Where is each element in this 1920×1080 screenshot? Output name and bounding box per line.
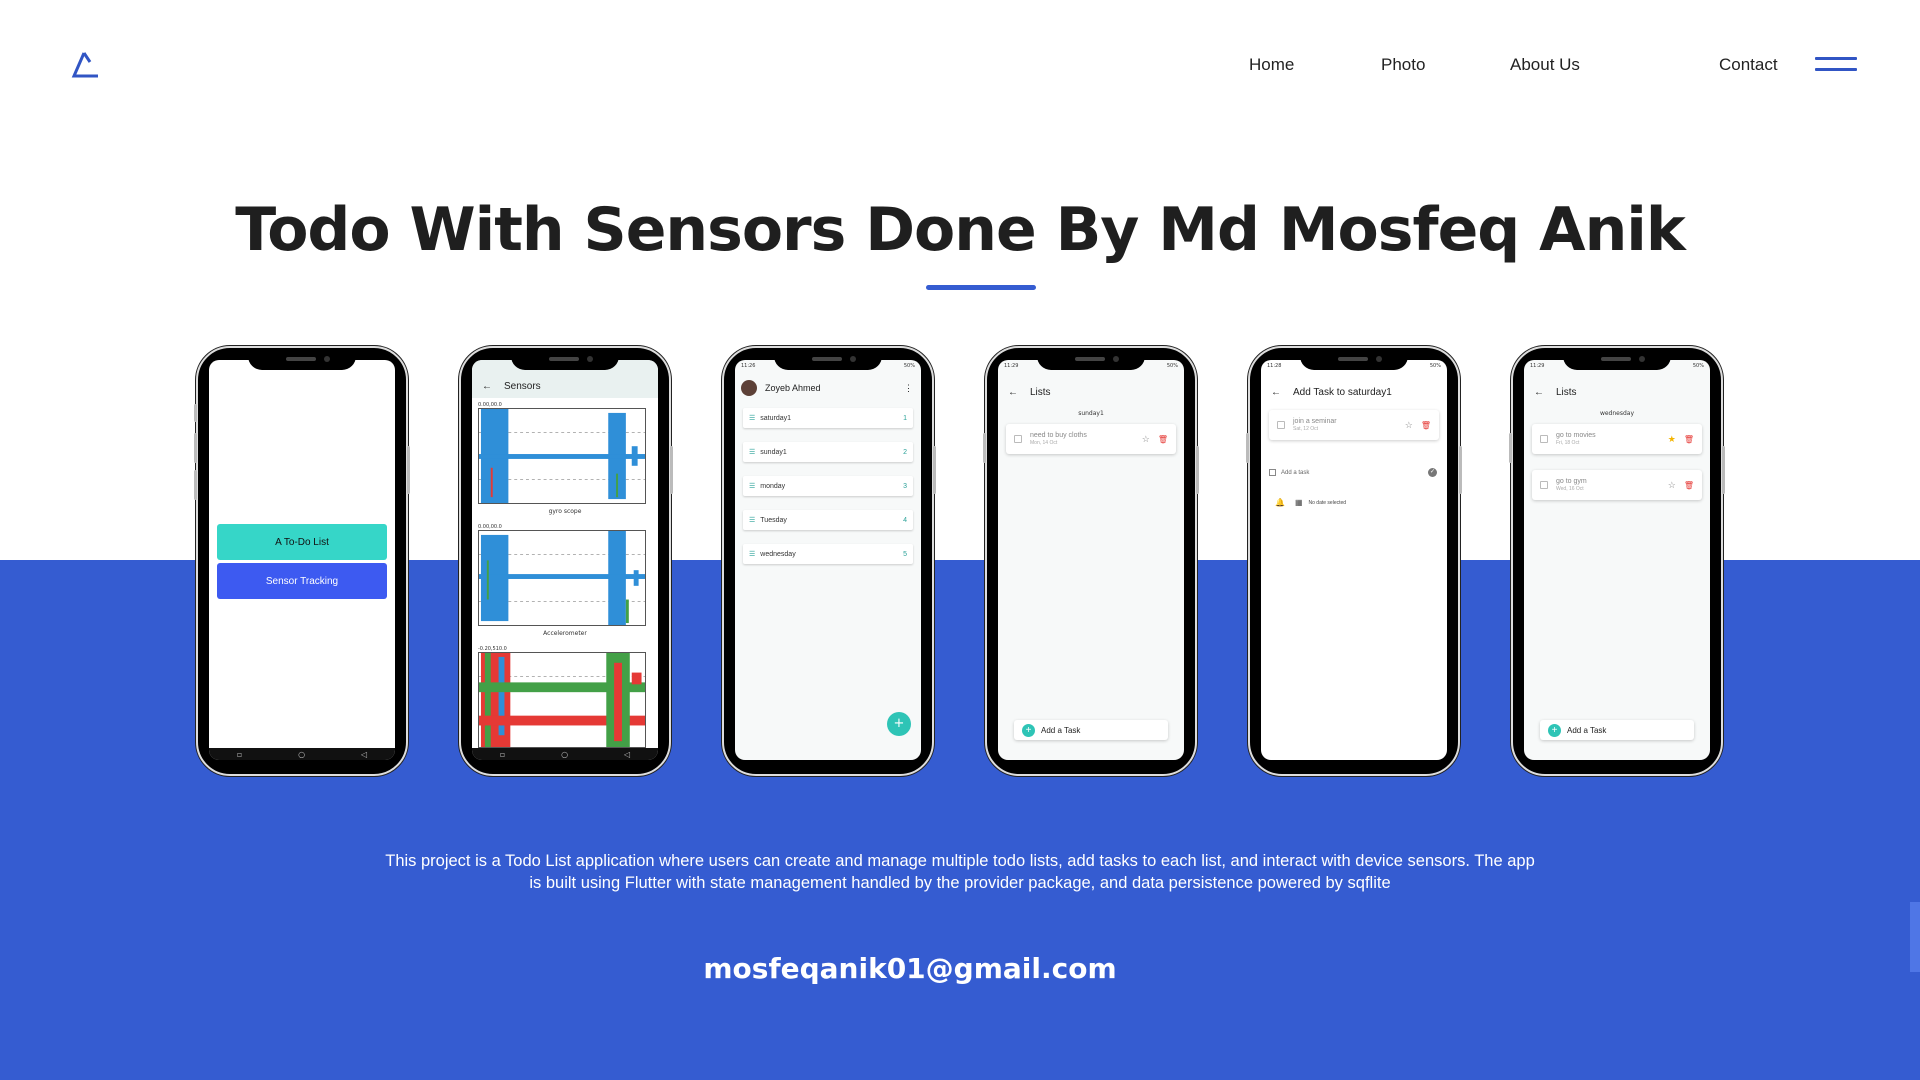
more-vert-icon[interactable]: ⋮ (904, 383, 913, 394)
contact-email[interactable]: mosfeqanik01@gmail.com (0, 952, 1820, 985)
logo-triangle-icon[interactable] (70, 50, 102, 80)
app-bar-title: Add Task to saturday1 (1293, 386, 1392, 398)
app-bar-title: Lists (1556, 386, 1577, 398)
task-card[interactable]: need to buy cloths Mon, 14 Oct ☆ 🗑 (1006, 424, 1176, 454)
phone-screen: A To-Do List Sensor Tracking ▫ ○ ◁ (209, 360, 395, 760)
phone-mockup-sensors: ← Sensors 0.00,00.0 gyro scope 0.00,00.0 (459, 346, 673, 776)
phone-screen: 11:28 50% ← Add Task to saturday1 join a … (1261, 360, 1447, 760)
nav-about-link[interactable]: About Us (1510, 55, 1580, 75)
trash-icon[interactable]: 🗑 (1421, 421, 1431, 430)
calendar-icon[interactable]: ▦ (1295, 498, 1303, 507)
phone-mockup-add-task: 11:28 50% ← Add Task to saturday1 join a … (1246, 346, 1462, 776)
accelerometer-chart (478, 652, 647, 748)
app-bar-title: Lists (1030, 386, 1051, 398)
add-fab-button[interactable]: + (887, 712, 911, 736)
task-checkbox[interactable] (1540, 435, 1548, 443)
list-item[interactable]: ☰ Tuesday 4 (743, 510, 913, 530)
avatar[interactable] (741, 380, 757, 396)
nav-photo-link[interactable]: Photo (1381, 55, 1425, 75)
list-icon: ☰ (749, 483, 756, 490)
trash-icon[interactable]: 🗑 (1684, 481, 1694, 490)
gyroscope-chart (478, 408, 647, 504)
task-checkbox[interactable] (1277, 421, 1285, 429)
android-nav-bar: ▫ ○ ◁ (472, 748, 658, 760)
task-card[interactable]: go to gym Wed, 16 Oct ☆ 🗑 (1532, 470, 1702, 500)
add-task-checkbox[interactable] (1269, 469, 1276, 476)
sensor-chart-2 (478, 530, 647, 626)
list-item[interactable]: ☰ wednesday 5 (743, 544, 913, 564)
recent-apps-icon[interactable]: ▫ (500, 750, 505, 759)
nav-contact-link[interactable]: Contact (1719, 55, 1778, 75)
back-arrow-icon[interactable]: ← (1008, 387, 1018, 398)
phone-screen: ← Sensors 0.00,00.0 gyro scope 0.00,00.0 (472, 360, 658, 760)
star-filled-icon[interactable]: ★ (1668, 434, 1676, 445)
add-task-bar[interactable]: + Add a Task (1014, 720, 1168, 740)
date-status-label: No date selected (1308, 499, 1347, 506)
sensor-tracking-button[interactable]: Sensor Tracking (217, 563, 387, 599)
list-item[interactable]: ☰ saturday1 1 (743, 408, 913, 428)
back-arrow-icon[interactable]: ← (1271, 387, 1281, 398)
confirm-check-icon[interactable]: ✓ (1428, 468, 1437, 477)
add-task-input[interactable]: Add a task (1281, 470, 1309, 476)
trash-icon[interactable]: 🗑 (1158, 435, 1168, 444)
list-icon: ☰ (749, 517, 756, 524)
page-title: Todo With Sensors Done By Md Mosfeq Anik (235, 195, 1686, 265)
back-triangle-icon[interactable]: ◁ (624, 750, 630, 759)
phone-screen: 11:29 50% ← Lists sunday1 need to buy clo… (998, 360, 1184, 760)
android-nav-bar: ▫ ○ ◁ (209, 748, 395, 760)
plus-circle-icon: + (1548, 723, 1561, 737)
side-scroll-tab[interactable] (1910, 902, 1920, 972)
phone-mockup-lists: 11:26 50% Zoyeb Ahmed ⋮ ☰ saturday1 1 ☰ sund… (722, 346, 936, 776)
recent-apps-icon[interactable]: ▫ (237, 750, 242, 759)
gyroscope-caption: gyro scope (548, 508, 582, 515)
list-icon: ☰ (749, 415, 756, 422)
home-circle-icon[interactable]: ○ (298, 750, 305, 759)
list-item[interactable]: ☰ sunday1 2 (743, 442, 913, 462)
app-bar-title: Sensors (504, 380, 541, 392)
title-underline (926, 285, 1036, 290)
bell-icon[interactable]: 🔔 (1275, 498, 1285, 507)
phone-screen: 11:29 50% ← Lists wednesday go to movies F… (1524, 360, 1710, 760)
list-icon: ☰ (749, 449, 756, 456)
back-triangle-icon[interactable]: ◁ (361, 750, 367, 759)
hamburger-menu-icon[interactable] (1815, 57, 1857, 73)
nav-home-link[interactable]: Home (1249, 55, 1294, 75)
list-icon: ☰ (749, 551, 756, 558)
todo-list-button[interactable]: A To-Do List (217, 524, 387, 560)
task-checkbox[interactable] (1014, 435, 1022, 443)
phone-mockup-home: A To-Do List Sensor Tracking ▫ ○ ◁ (194, 346, 410, 776)
star-outline-icon[interactable]: ☆ (1405, 420, 1413, 431)
star-outline-icon[interactable]: ☆ (1668, 480, 1676, 491)
task-card[interactable]: go to movies Fri, 18 Oct ★ 🗑 (1532, 424, 1702, 454)
add-task-bar[interactable]: + Add a Task (1540, 720, 1694, 740)
list-item[interactable]: ☰ monday 3 (743, 476, 913, 496)
user-name: Zoyeb Ahmed (765, 383, 821, 393)
star-outline-icon[interactable]: ☆ (1142, 434, 1150, 445)
trash-icon[interactable]: 🗑 (1684, 435, 1694, 444)
home-circle-icon[interactable]: ○ (561, 750, 568, 759)
phone-screen: 11:26 50% Zoyeb Ahmed ⋮ ☰ saturday1 1 ☰ sund… (735, 360, 921, 760)
plus-circle-icon: + (1022, 723, 1035, 737)
project-description: This project is a Todo List application … (385, 852, 1535, 892)
phone-mockup-list-detail-2: 11:29 50% ← Lists wednesday go to movies F… (1509, 346, 1725, 776)
list-section-title: sunday1 (1078, 410, 1104, 417)
task-card[interactable]: join a seminar Sat, 12 Oct ☆ 🗑 (1269, 410, 1439, 440)
task-checkbox[interactable] (1540, 481, 1548, 489)
back-arrow-icon[interactable]: ← (482, 381, 492, 392)
back-arrow-icon[interactable]: ← (1534, 387, 1544, 398)
list-section-title: wednesday (1599, 410, 1635, 417)
accelerometer-caption: Accelerometer (543, 630, 587, 637)
phone-mockup-list-detail: 11:29 50% ← Lists sunday1 need to buy clo… (983, 346, 1199, 776)
